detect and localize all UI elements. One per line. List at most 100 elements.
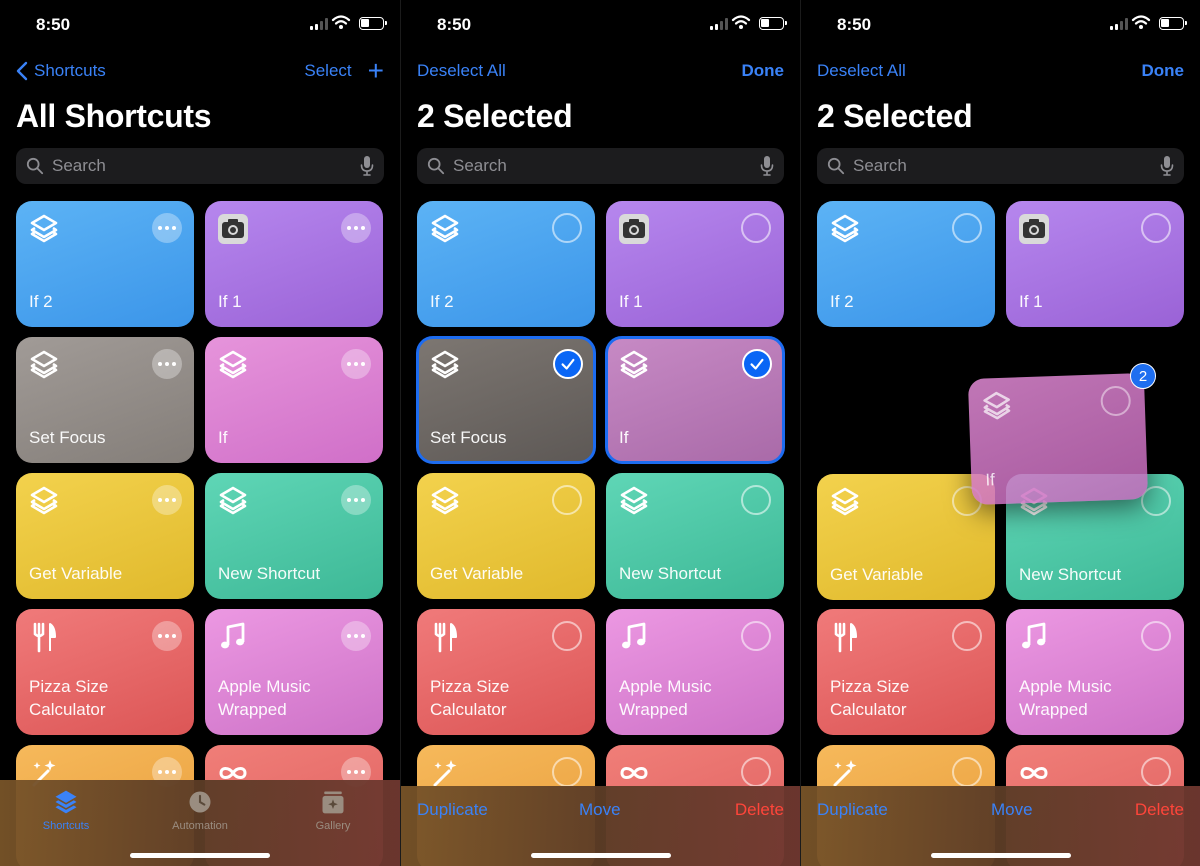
selection-circle[interactable] [952,213,982,243]
search-input[interactable]: Search [417,148,784,184]
selection-circle[interactable] [952,757,982,787]
more-options-icon[interactable] [341,621,371,651]
done-button[interactable]: Done [1142,61,1185,81]
shortcut-name: If [218,428,228,447]
shortcut-tile[interactable]: Get Variable [417,473,595,599]
shortcut-name: Get Variable [830,565,924,584]
shortcut-name: Get Variable [29,564,123,583]
shortcut-name: If 1 [1019,292,1043,311]
tab-gallery[interactable]: Gallery [283,788,383,832]
more-options-icon[interactable] [152,621,182,651]
shortcut-tile[interactable]: New Shortcut [606,473,784,599]
selection-circle[interactable] [952,621,982,651]
dragged-shortcut-stack[interactable]: If [967,372,1149,506]
shortcut-name: New Shortcut [1019,565,1122,584]
selection-circle[interactable] [1141,757,1171,787]
search-input[interactable]: Search [16,148,384,184]
shortcut-name: Set Focus [430,428,507,447]
shortcut-tile[interactable]: Apple Music Wrapped [205,609,383,735]
layers-icon [618,485,650,517]
shortcut-name: If 2 [430,292,454,311]
select-button[interactable]: Select [304,61,351,81]
shortcut-tile[interactable]: If [205,337,383,463]
fork-knife-icon [829,621,861,653]
more-options-icon[interactable] [152,213,182,243]
shortcut-name: New Shortcut [619,564,722,583]
back-button[interactable]: Shortcuts [16,61,106,81]
selection-circle[interactable] [741,621,771,651]
delete-button[interactable]: Delete [735,800,784,820]
checkmark-icon[interactable] [553,349,583,379]
shortcut-tile[interactable]: Apple Music Wrapped [606,609,784,735]
shortcut-tile[interactable]: If 1 [205,201,383,327]
selection-toolbar: Duplicate Move Delete [401,786,800,866]
selection-circle[interactable] [741,485,771,515]
deselect-all-label: Deselect All [817,61,906,80]
selection-circle[interactable] [552,485,582,515]
shortcut-tile[interactable]: Get Variable [817,474,995,600]
shortcut-tile[interactable]: Set Focus [16,337,194,463]
shortcut-tile[interactable]: If 2 [16,201,194,327]
shortcut-tile-selected[interactable]: Set Focus [416,336,596,464]
shortcut-tile[interactable]: Pizza Size Calculator [817,609,995,735]
more-options-icon[interactable] [341,485,371,515]
screen-all-shortcuts: 8:50 Shortcuts Select + All Shortcuts Se… [0,0,400,866]
shortcut-name: If 2 [29,292,53,311]
layers-icon [55,790,77,814]
shortcut-tile[interactable]: If 2 [817,201,995,327]
more-options-icon[interactable] [152,485,182,515]
tab-label: Shortcuts [42,820,90,832]
microphone-icon[interactable] [1160,155,1174,177]
search-input[interactable]: Search [817,148,1184,184]
selection-circle[interactable] [552,213,582,243]
layers-icon [829,213,861,245]
selection-circle[interactable] [1141,213,1171,243]
move-button[interactable]: Move [579,800,621,820]
shortcut-name: Get Variable [430,564,524,583]
more-options-icon[interactable] [341,349,371,379]
selection-circle[interactable] [1141,621,1171,651]
more-options-icon[interactable] [152,349,182,379]
status-time: 8:50 [36,15,71,34]
checkmark-icon[interactable] [742,349,772,379]
deselect-all-button[interactable]: Deselect All [417,61,506,81]
selection-circle[interactable] [552,621,582,651]
shortcut-tile[interactable]: New Shortcut [205,473,383,599]
search-placeholder: Search [52,156,106,175]
status-time: 8:50 [437,15,472,34]
done-button[interactable]: Done [742,61,785,81]
move-button[interactable]: Move [991,800,1033,820]
shortcut-tile[interactable]: Pizza Size Calculator [417,609,595,735]
microphone-icon[interactable] [760,155,774,177]
tab-automation[interactable]: Automation [150,788,250,832]
shortcut-tile[interactable]: If 1 [606,201,784,327]
duplicate-button[interactable]: Duplicate [417,800,488,820]
shortcut-tile-selected[interactable]: If [605,336,785,464]
plus-icon[interactable]: + [368,57,384,85]
shortcut-tile[interactable]: Get Variable [16,473,194,599]
fork-knife-icon [28,621,60,653]
cellular-signal-icon [710,18,728,30]
shortcut-name: Apple Music Wrapped [619,677,712,719]
deselect-all-button[interactable]: Deselect All [817,61,906,81]
duplicate-button[interactable]: Duplicate [817,800,888,820]
shortcut-tile[interactable]: If 1 [1006,201,1184,327]
shortcut-tile[interactable]: Pizza Size Calculator [16,609,194,735]
delete-button[interactable]: Delete [1135,800,1184,820]
back-button-label: Shortcuts [34,61,106,80]
search-icon [26,157,44,175]
microphone-icon[interactable] [360,155,374,177]
more-options-icon[interactable] [341,213,371,243]
selection-circle[interactable] [1100,385,1132,417]
selection-circle[interactable] [741,757,771,787]
selection-toolbar: Duplicate Move Delete [801,786,1200,866]
selection-circle[interactable] [741,213,771,243]
selection-circle[interactable] [552,757,582,787]
layers-icon [429,213,461,245]
deselect-all-label: Deselect All [417,61,506,80]
layers-icon [829,486,861,518]
battery-icon [759,17,787,30]
shortcut-tile[interactable]: If 2 [417,201,595,327]
shortcut-tile[interactable]: Apple Music Wrapped [1006,609,1184,735]
tab-shortcuts[interactable]: Shortcuts [16,788,116,832]
